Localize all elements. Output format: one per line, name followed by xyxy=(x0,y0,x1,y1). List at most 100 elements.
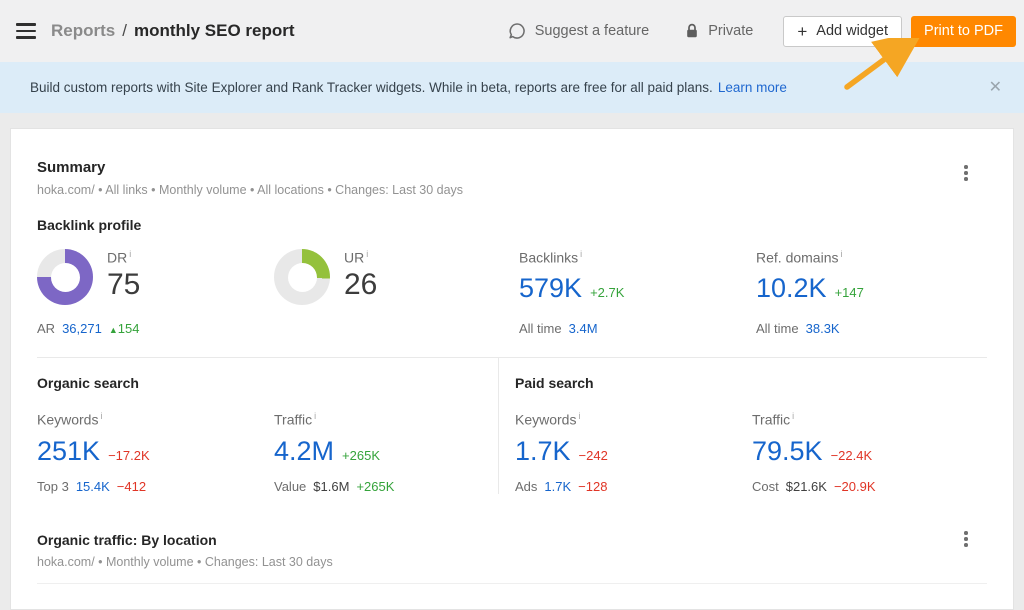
suggest-feature-label: Suggest a feature xyxy=(535,23,649,39)
paid-traffic-label: Traffici xyxy=(752,411,987,428)
ur-label: URi xyxy=(344,249,377,266)
backlinks-change: +2.7K xyxy=(590,285,624,300)
beta-banner: Build custom reports with Site Explorer … xyxy=(0,62,1024,113)
cost-amount: $21.6K xyxy=(786,479,827,494)
breadcrumb-separator: / xyxy=(122,21,127,41)
dr-label: DRi xyxy=(107,249,140,266)
organic-traffic-metric: Traffici 4.2M +265K Value $1.6M +265K xyxy=(274,411,498,494)
organic-traffic-label: Traffici xyxy=(274,411,498,428)
backlinks-value[interactable]: 579K xyxy=(519,275,582,302)
breadcrumb: Reports / monthly SEO report xyxy=(51,21,295,41)
ar-change: ▲154 xyxy=(109,321,140,336)
report-card: Summary hoka.com/ • All links • Monthly … xyxy=(10,128,1014,610)
dr-value: 75 xyxy=(107,270,140,300)
ar-row: AR 36,271 ▲154 xyxy=(37,321,274,336)
private-label: Private xyxy=(708,23,753,39)
top3-value[interactable]: 15.4K xyxy=(76,479,110,494)
add-widget-button[interactable]: + Add widget xyxy=(783,16,902,47)
dr-donut-chart xyxy=(37,249,93,305)
page-title: monthly SEO report xyxy=(134,21,295,41)
backlink-profile-title: Backlink profile xyxy=(37,217,987,233)
ref-domains-alltime-row: All time 38.3K xyxy=(756,321,987,336)
info-icon: i xyxy=(580,249,582,259)
backlinks-alltime-row: All time 3.4M xyxy=(519,321,756,336)
print-to-pdf-button[interactable]: Print to PDF xyxy=(911,16,1016,47)
by-location-divider xyxy=(37,583,987,584)
lock-icon xyxy=(685,23,699,39)
ur-metric: URi 26 xyxy=(274,249,519,336)
info-icon: i xyxy=(840,249,842,259)
paid-ads-row: Ads 1.7K −128 xyxy=(515,479,752,494)
search-metrics-row: Organic search Keywordsi 251K −17.2K Top… xyxy=(37,358,987,494)
paid-cost-row: Cost $21.6K −20.9K xyxy=(752,479,987,494)
paid-traffic-value[interactable]: 79.5K xyxy=(752,438,823,465)
ar-value[interactable]: 36,271 xyxy=(62,321,102,336)
value-label: Value xyxy=(274,479,306,494)
speech-bubble-icon xyxy=(508,22,526,40)
breadcrumb-reports[interactable]: Reports xyxy=(51,21,115,41)
ur-donut-chart xyxy=(274,249,330,305)
ref-domains-value[interactable]: 10.2K xyxy=(756,275,827,302)
ar-label: AR xyxy=(37,321,55,336)
organic-top3-row: Top 3 15.4K −412 xyxy=(37,479,274,494)
paid-keywords-metric: Keywordsi 1.7K −242 Ads 1.7K −128 xyxy=(515,411,752,494)
alltime-label: All time xyxy=(756,321,799,336)
organic-keywords-value[interactable]: 251K xyxy=(37,438,100,465)
top3-change: −412 xyxy=(117,479,146,494)
up-triangle-icon: ▲ xyxy=(109,325,118,335)
ads-value[interactable]: 1.7K xyxy=(544,479,571,494)
topbar-actions: Suggest a feature Private + Add widget P… xyxy=(508,16,1016,47)
add-widget-label: Add widget xyxy=(816,23,888,39)
ref-domains-alltime-value[interactable]: 38.3K xyxy=(806,321,840,336)
cost-change: −20.9K xyxy=(834,479,876,494)
summary-subtitle: hoka.com/ • All links • Monthly volume •… xyxy=(37,183,987,197)
summary-title: Summary xyxy=(37,159,987,176)
suggest-feature-button[interactable]: Suggest a feature xyxy=(508,22,649,40)
info-icon: i xyxy=(578,411,580,421)
ads-change: −128 xyxy=(578,479,607,494)
paid-keywords-change: −242 xyxy=(579,448,608,463)
paid-search-title: Paid search xyxy=(515,375,987,391)
summary-more-options-icon[interactable] xyxy=(957,163,975,183)
bylocation-more-options-icon[interactable] xyxy=(957,529,975,549)
info-icon: i xyxy=(129,249,131,259)
ur-value: 26 xyxy=(344,270,377,300)
organic-traffic-change: +265K xyxy=(342,448,380,463)
value-amount: $1.6M xyxy=(313,479,349,494)
backlinks-metric: Backlinksi 579K +2.7K All time 3.4M xyxy=(519,249,756,336)
organic-value-row: Value $1.6M +265K xyxy=(274,479,498,494)
paid-traffic-change: −22.4K xyxy=(831,448,873,463)
hamburger-menu-icon[interactable] xyxy=(16,23,36,39)
backlink-metrics-row: DRi 75 AR 36,271 ▲154 URi 26 xyxy=(37,249,987,336)
paid-keywords-label: Keywordsi xyxy=(515,411,752,428)
info-icon: i xyxy=(314,411,316,421)
by-location-title: Organic traffic: By location xyxy=(37,532,987,548)
private-button[interactable]: Private xyxy=(685,23,753,39)
by-location-subtitle: hoka.com/ • Monthly volume • Changes: La… xyxy=(37,555,987,569)
alltime-label: All time xyxy=(519,321,562,336)
top3-label: Top 3 xyxy=(37,479,69,494)
ads-label: Ads xyxy=(515,479,537,494)
learn-more-link[interactable]: Learn more xyxy=(718,80,787,95)
dr-metric: DRi 75 AR 36,271 ▲154 xyxy=(37,249,274,336)
organic-keywords-label: Keywordsi xyxy=(37,411,274,428)
ref-domains-label: Ref. domainsi xyxy=(756,249,987,266)
print-to-pdf-label: Print to PDF xyxy=(924,23,1003,39)
info-icon: i xyxy=(100,411,102,421)
cost-label: Cost xyxy=(752,479,779,494)
plus-icon: + xyxy=(797,23,807,40)
ref-domains-change: +147 xyxy=(835,285,864,300)
backlinks-label: Backlinksi xyxy=(519,249,756,266)
organic-traffic-value[interactable]: 4.2M xyxy=(274,438,334,465)
paid-traffic-metric: Traffici 79.5K −22.4K Cost $21.6K −20.9K xyxy=(752,411,987,494)
top-bar: Reports / monthly SEO report Suggest a f… xyxy=(0,0,1024,62)
banner-message: Build custom reports with Site Explorer … xyxy=(30,80,713,95)
close-icon[interactable]: ✕ xyxy=(989,80,1002,96)
organic-keywords-metric: Keywordsi 251K −17.2K Top 3 15.4K −412 xyxy=(37,411,274,494)
value-change: +265K xyxy=(356,479,394,494)
ref-domains-metric: Ref. domainsi 10.2K +147 All time 38.3K xyxy=(756,249,987,336)
organic-search-title: Organic search xyxy=(37,375,498,391)
info-icon: i xyxy=(792,411,794,421)
backlinks-alltime-value[interactable]: 3.4M xyxy=(569,321,598,336)
paid-keywords-value[interactable]: 1.7K xyxy=(515,438,571,465)
